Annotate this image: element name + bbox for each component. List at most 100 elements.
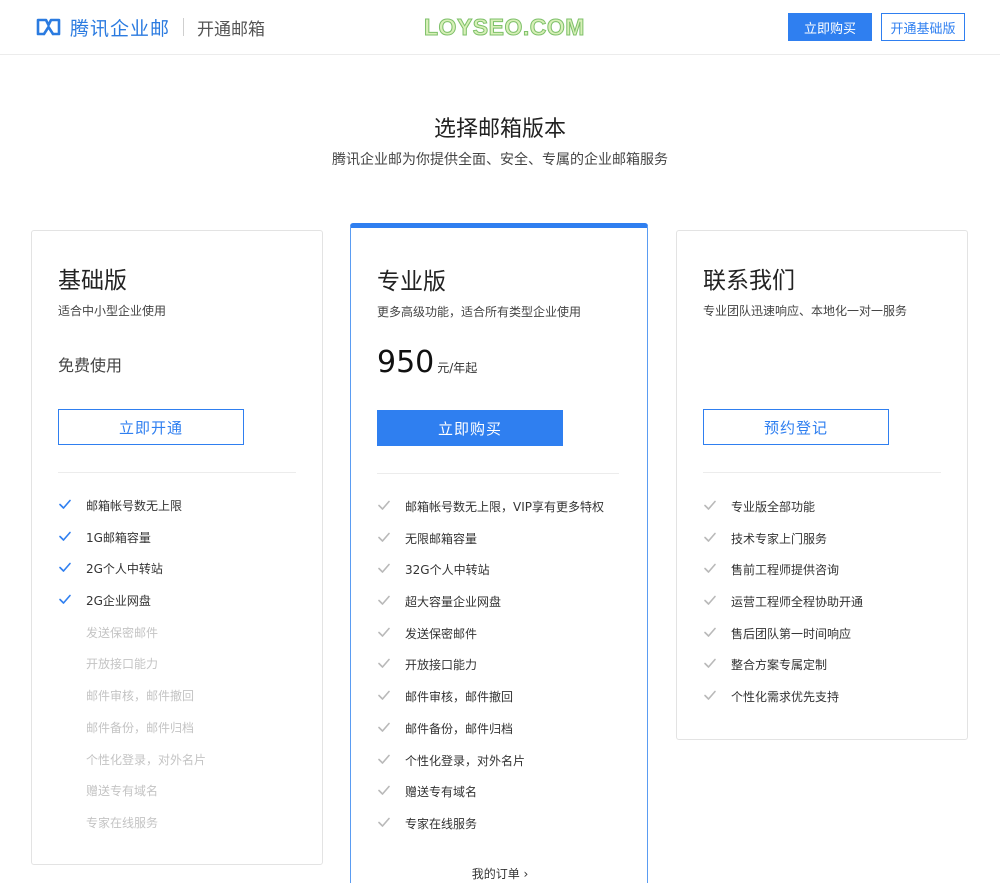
plan-description: 更多高级功能，适合所有类型企业使用 bbox=[377, 305, 582, 319]
feature-item: 专家在线服务 bbox=[58, 814, 206, 846]
feature-text: 运营工程师全程协助开通 bbox=[731, 595, 864, 610]
feature-text: 技术专家上门服务 bbox=[731, 531, 828, 546]
feature-text: 2G企业网盘 bbox=[86, 594, 151, 609]
feature-item: 个性化需求优先支持 bbox=[703, 688, 863, 720]
buy-pro-button[interactable]: 立即购买 bbox=[377, 410, 563, 446]
feature-text: 32G个人中转站 bbox=[405, 563, 490, 578]
feature-item: 邮箱帐号数无上限，VIP享有更多特权 bbox=[377, 498, 604, 530]
feature-item: 赠送专有域名 bbox=[377, 783, 604, 815]
plan-card-basic: 基础版 适合中小型企业使用 免费使用 立即开通 邮箱帐号数无上限 1G邮箱容量 2G… bbox=[31, 230, 323, 865]
feature-text: 1G邮箱容量 bbox=[86, 530, 151, 545]
feature-item: 专家在线服务 bbox=[377, 815, 604, 847]
feature-text: 售后团队第一时间响应 bbox=[731, 626, 852, 641]
plan-name: 专业版 bbox=[377, 269, 446, 295]
feature-text: 整合方案专属定制 bbox=[731, 658, 828, 673]
feature-text: 邮件审核，邮件撤回 bbox=[86, 689, 195, 704]
divider bbox=[703, 472, 941, 473]
check-icon bbox=[704, 690, 716, 700]
feature-item: 超大容量企业网盘 bbox=[377, 593, 604, 625]
top-bar: 腾讯企业邮 开通邮箱 LOYSEO.COM 立即购买 开通基础版 bbox=[0, 0, 1000, 55]
feature-item: 发送保密邮件 bbox=[377, 625, 604, 657]
divider bbox=[58, 472, 296, 473]
check-icon bbox=[59, 499, 71, 509]
feature-item: 邮箱帐号数无上限 bbox=[58, 497, 206, 529]
header-buy-button[interactable]: 立即购买 bbox=[788, 13, 872, 41]
feature-text: 邮件备份，邮件归档 bbox=[405, 721, 514, 736]
feature-text: 邮件审核，邮件撤回 bbox=[405, 690, 514, 705]
feature-text: 专业版全部功能 bbox=[731, 500, 816, 514]
feature-text: 无限邮箱容量 bbox=[405, 531, 478, 546]
feature-item: 售前工程师提供咨询 bbox=[703, 561, 863, 593]
check-icon bbox=[704, 500, 716, 510]
feature-item: 邮件审核，邮件撤回 bbox=[58, 687, 206, 719]
brand-separator bbox=[183, 18, 185, 36]
tencent-mail-logo-icon bbox=[36, 18, 61, 36]
feature-item: 32G个人中转站 bbox=[377, 561, 604, 593]
feature-item: 2G个人中转站 bbox=[58, 560, 206, 592]
check-icon bbox=[378, 817, 390, 827]
book-registration-button[interactable]: 预约登记 bbox=[703, 409, 889, 445]
plan-name: 联系我们 bbox=[703, 268, 795, 294]
check-icon bbox=[59, 563, 71, 573]
check-icon bbox=[378, 659, 390, 669]
brand-logo[interactable]: 腾讯企业邮 开通邮箱 bbox=[35, 15, 265, 40]
check-icon bbox=[378, 500, 390, 510]
feature-list: 邮箱帐号数无上限，VIP享有更多特权 无限邮箱容量 32G个人中转站 超大容量企业网盘… bbox=[377, 498, 604, 847]
my-orders-link[interactable]: 我的订单 › bbox=[351, 865, 649, 882]
feature-text: 个性化登录，对外名片 bbox=[86, 752, 207, 767]
plan-price: 950 元/年起 bbox=[377, 345, 477, 380]
feature-text: 个性化需求优先支持 bbox=[731, 690, 840, 705]
feature-item: 售后团队第一时间响应 bbox=[703, 625, 863, 657]
feature-item: 开放接口能力 bbox=[58, 655, 206, 687]
feature-item: 技术专家上门服务 bbox=[703, 530, 863, 562]
feature-text: 售前工程师提供咨询 bbox=[731, 563, 840, 578]
feature-item: 邮件备份，邮件归档 bbox=[377, 720, 604, 752]
page-subtitle: 腾讯企业邮为你提供全面、安全、专属的企业邮箱服务 bbox=[332, 152, 668, 168]
divider bbox=[377, 473, 619, 474]
feature-item: 邮件备份，邮件归档 bbox=[58, 719, 206, 751]
feature-text: 邮箱帐号数无上限，VIP享有更多特权 bbox=[405, 500, 604, 514]
check-icon bbox=[378, 690, 390, 700]
feature-list: 邮箱帐号数无上限 1G邮箱容量 2G个人中转站 2G企业网盘 发送保密邮件 开放接口能力邮… bbox=[58, 497, 206, 846]
feature-item: 2G企业网盘 bbox=[58, 592, 206, 624]
header-open-basic-button[interactable]: 开通基础版 bbox=[881, 13, 965, 41]
feature-text: 发送保密邮件 bbox=[405, 626, 478, 641]
check-icon bbox=[704, 659, 716, 669]
brand-name: 腾讯企业邮 bbox=[70, 17, 171, 40]
feature-text: 赠送专有域名 bbox=[405, 785, 478, 800]
check-icon bbox=[59, 531, 71, 541]
feature-text: 超大容量企业网盘 bbox=[405, 595, 502, 610]
plan-name: 基础版 bbox=[58, 268, 127, 294]
feature-item: 邮件审核，邮件撤回 bbox=[377, 688, 604, 720]
feature-item: 1G邮箱容量 bbox=[58, 529, 206, 561]
plan-description: 专业团队迅速响应、本地化一对一服务 bbox=[703, 304, 908, 318]
open-basic-button[interactable]: 立即开通 bbox=[58, 409, 244, 445]
site-watermark: LOYSEO.COM bbox=[424, 14, 585, 41]
plan-card-contact: 联系我们 专业团队迅速响应、本地化一对一服务 预约登记 专业版全部功能 技术专家上… bbox=[676, 230, 968, 740]
check-icon bbox=[378, 785, 390, 795]
check-icon bbox=[704, 564, 716, 574]
feature-text: 专家在线服务 bbox=[405, 816, 478, 831]
feature-item: 整合方案专属定制 bbox=[703, 656, 863, 688]
feature-text: 专家在线服务 bbox=[86, 815, 159, 830]
feature-item: 运营工程师全程协助开通 bbox=[703, 593, 863, 625]
feature-item: 个性化登录，对外名片 bbox=[377, 752, 604, 784]
page-title: 选择邮箱版本 bbox=[433, 117, 566, 142]
plan-card-pro: 专业版 更多高级功能，适合所有类型企业使用 950 元/年起 立即购买 邮箱帐号… bbox=[350, 223, 648, 883]
check-icon bbox=[378, 754, 390, 764]
feature-text: 开放接口能力 bbox=[405, 658, 478, 673]
feature-text: 赠送专有域名 bbox=[86, 784, 159, 799]
feature-text: 邮箱帐号数无上限 bbox=[86, 499, 183, 513]
feature-text: 2G个人中转站 bbox=[86, 562, 163, 577]
feature-list: 专业版全部功能 技术专家上门服务 售前工程师提供咨询运营工程师全程协助开通 售后团队第… bbox=[703, 498, 863, 720]
feature-item: 无限邮箱容量 bbox=[377, 530, 604, 562]
feature-text: 发送保密邮件 bbox=[86, 625, 159, 640]
check-icon bbox=[378, 595, 390, 605]
plan-description: 适合中小型企业使用 bbox=[58, 304, 167, 318]
feature-text: 个性化登录，对外名片 bbox=[405, 753, 526, 768]
feature-item: 开放接口能力 bbox=[377, 656, 604, 688]
price-unit: 元/年起 bbox=[437, 361, 478, 375]
check-icon bbox=[378, 564, 390, 574]
feature-item: 专业版全部功能 bbox=[703, 498, 863, 530]
check-icon bbox=[704, 532, 716, 542]
